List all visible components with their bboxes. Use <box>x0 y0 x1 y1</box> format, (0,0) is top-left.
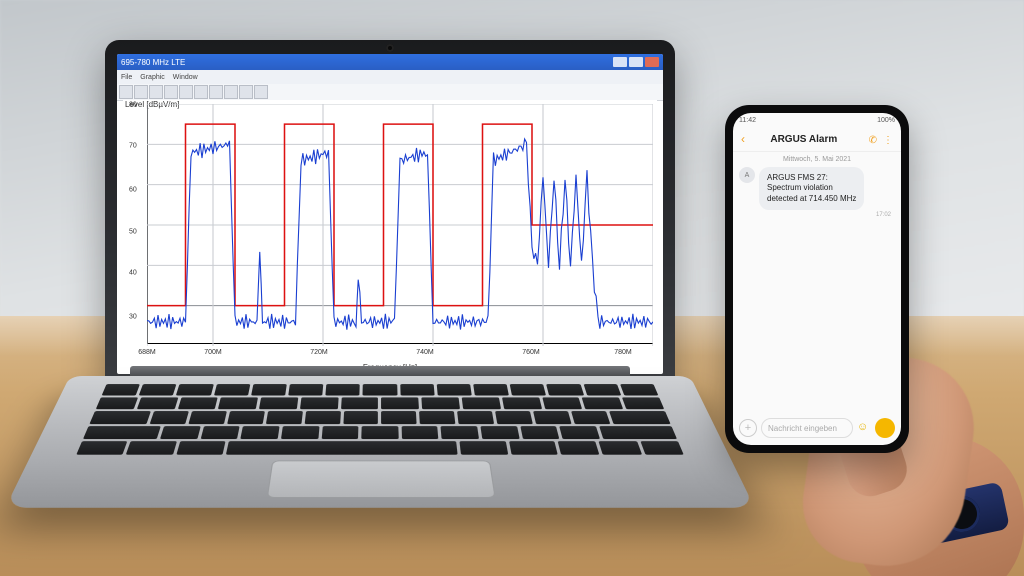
message-line: detected at 714.450 MHz <box>767 194 856 204</box>
tool-icon[interactable] <box>179 85 193 99</box>
avatar: A <box>739 167 755 183</box>
x-tick: 760M <box>522 349 540 356</box>
trackpad[interactable] <box>267 461 496 498</box>
emoji-icon[interactable]: ☺ <box>857 421 871 435</box>
back-icon[interactable]: ‹ <box>741 132 745 146</box>
message-line: ARGUS FMS 27: <box>767 173 856 183</box>
status-battery: 100% <box>877 117 895 124</box>
tool-icon[interactable] <box>194 85 208 99</box>
message-row: A ARGUS FMS 27: Spectrum violation detec… <box>733 167 901 210</box>
x-tick: 780M <box>614 349 632 356</box>
x-tick: 740M <box>416 349 434 356</box>
message-bubble[interactable]: ARGUS FMS 27: Spectrum violation detecte… <box>759 167 864 210</box>
message-time: 17:02 <box>733 210 901 218</box>
laptop-lid: 695-780 MHz LTE File Graphic Window Leve… <box>105 40 675 390</box>
measurement-series <box>147 139 653 330</box>
chat-title: ARGUS Alarm <box>770 134 837 145</box>
send-button[interactable] <box>875 418 895 438</box>
composer: + Nachricht eingeben ☺ <box>739 417 895 439</box>
window-title: 695-780 MHz LTE <box>121 58 185 67</box>
smartphone: 11:42 100% ‹ ARGUS Alarm ✆ ⋮ Mittwoch, 5.… <box>725 105 909 453</box>
message-input[interactable]: Nachricht eingeben <box>761 418 853 438</box>
photo-scene: 695-780 MHz LTE File Graphic Window Leve… <box>0 0 1024 576</box>
tool-icon[interactable] <box>224 85 238 99</box>
y-tick: 80 <box>129 102 137 109</box>
spectrum-plot: Level [dBµV/m] 80 70 60 <box>123 100 657 358</box>
menu-window[interactable]: Window <box>173 74 198 81</box>
placeholder: Nachricht eingeben <box>768 424 837 433</box>
limit-mask-series <box>147 124 653 306</box>
laptop-base <box>5 376 755 508</box>
plot-svg <box>147 104 653 346</box>
tool-icon[interactable] <box>149 85 163 99</box>
laptop: 695-780 MHz LTE File Graphic Window Leve… <box>70 40 690 560</box>
menu-icon[interactable]: ⋮ <box>883 135 893 146</box>
add-icon[interactable]: + <box>739 419 757 437</box>
close-icon[interactable] <box>645 57 659 67</box>
y-tick: 50 <box>129 228 137 235</box>
x-tick: 720M <box>310 349 328 356</box>
message-line: Spectrum violation <box>767 183 856 193</box>
x-tick: 688M <box>138 349 156 356</box>
keyboard[interactable] <box>76 384 683 455</box>
y-tick: 70 <box>129 143 137 150</box>
phone-statusbar: 11:42 100% <box>733 113 901 127</box>
tool-icon[interactable] <box>134 85 148 99</box>
webcam-icon <box>386 44 394 52</box>
tool-icon[interactable] <box>164 85 178 99</box>
menu-graphic[interactable]: Graphic <box>140 74 165 81</box>
chat-header: ‹ ARGUS Alarm ✆ ⋮ <box>733 127 901 152</box>
maximize-icon[interactable] <box>629 57 643 67</box>
x-tick: 700M <box>204 349 222 356</box>
tool-icon[interactable] <box>239 85 253 99</box>
phone-screen: 11:42 100% ‹ ARGUS Alarm ✆ ⋮ Mittwoch, 5.… <box>733 113 901 445</box>
window-titlebar: 695-780 MHz LTE <box>117 54 663 70</box>
laptop-screen: 695-780 MHz LTE File Graphic Window Leve… <box>117 54 663 374</box>
call-icon[interactable]: ✆ <box>869 135 877 146</box>
tool-icon[interactable] <box>209 85 223 99</box>
menu-file[interactable]: File <box>121 74 132 81</box>
toolbar[interactable] <box>117 84 663 101</box>
y-tick: 60 <box>129 187 137 194</box>
tool-icon[interactable] <box>119 85 133 99</box>
chat-date: Mittwoch, 5. Mai 2021 <box>733 156 901 163</box>
minimize-icon[interactable] <box>613 57 627 67</box>
tool-icon[interactable] <box>254 85 268 99</box>
menubar[interactable]: File Graphic Window <box>117 70 663 84</box>
status-time: 11:42 <box>739 117 756 124</box>
y-tick: 40 <box>129 269 137 276</box>
y-tick: 30 <box>129 313 137 320</box>
window-controls[interactable] <box>613 57 659 67</box>
